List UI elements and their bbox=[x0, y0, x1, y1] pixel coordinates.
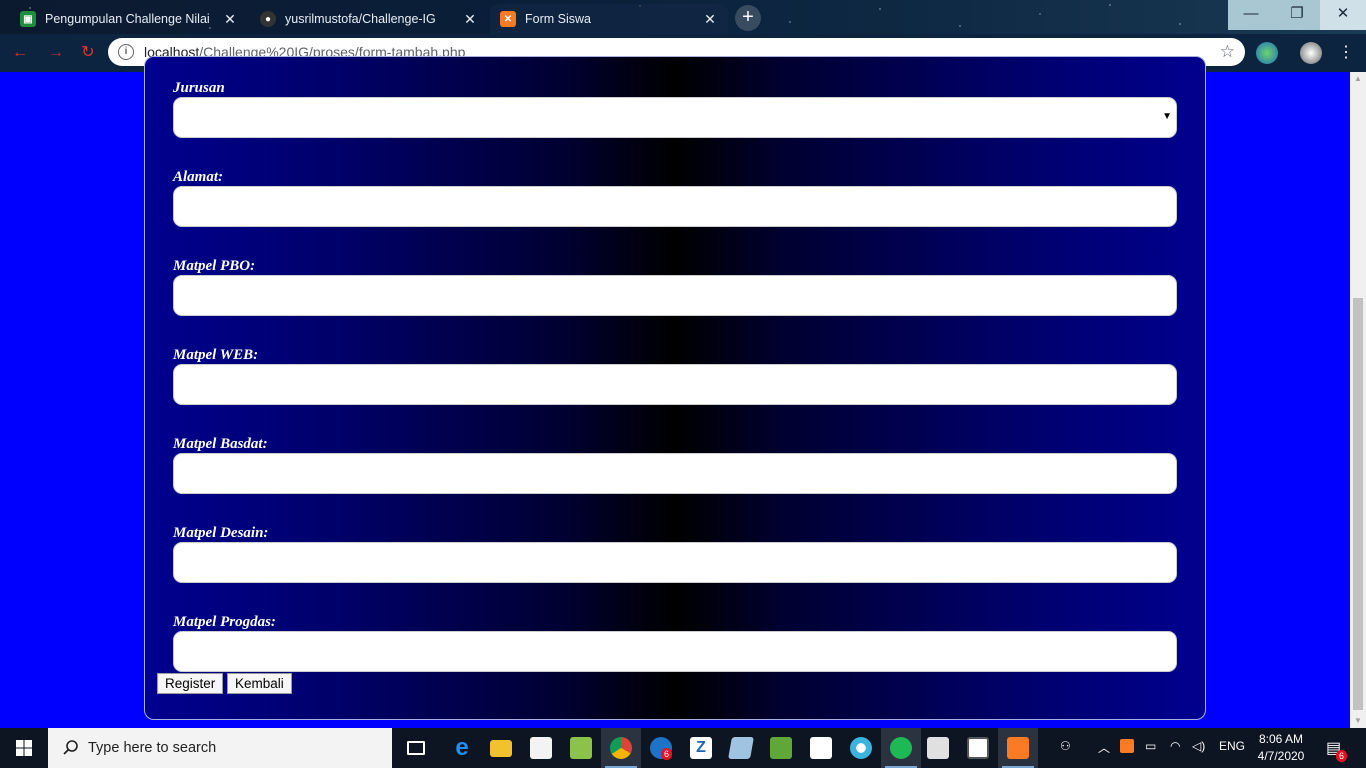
taskbar-notepad-plus[interactable] bbox=[561, 728, 601, 768]
tab-title: Pengumpulan Challenge Nilai bbox=[45, 12, 210, 26]
profile-avatar[interactable] bbox=[1300, 42, 1322, 64]
search-placeholder: Type here to search bbox=[88, 740, 217, 756]
taskbar-clock[interactable]: 8:06 AM 4/7/2020 bbox=[1250, 731, 1312, 765]
language-indicator[interactable]: ENG bbox=[1219, 739, 1245, 753]
xampp-icon: ✕ bbox=[500, 11, 516, 27]
restore-button[interactable]: ❐ bbox=[1274, 0, 1320, 30]
task-view-button[interactable] bbox=[396, 728, 436, 768]
wifi-icon[interactable]: ◠ bbox=[1170, 739, 1180, 753]
edge-icon: e bbox=[455, 734, 469, 761]
taskbar-ms-store[interactable] bbox=[801, 728, 841, 768]
jurusan-label: Jurusan bbox=[173, 80, 225, 96]
notepad-plus-icon bbox=[570, 737, 592, 759]
xampp-icon bbox=[1007, 737, 1029, 759]
close-tab-icon[interactable]: ✕ bbox=[222, 11, 238, 28]
taskbar-search-box[interactable]: Type here to search bbox=[48, 728, 392, 768]
tab-title: Form Siswa bbox=[525, 12, 591, 26]
bookmark-star-icon[interactable]: ☆ bbox=[1220, 42, 1235, 62]
scrollbar-thumb[interactable] bbox=[1353, 298, 1363, 710]
sticky-notes-icon bbox=[728, 737, 754, 759]
matpel-desain-label: Matpel Desain: bbox=[173, 525, 269, 541]
form-card: Jurusan ▼ Alamat: Matpel PBO: Matpel WEB… bbox=[144, 56, 1206, 720]
taskbar-edge[interactable]: e bbox=[442, 728, 482, 768]
info-icon[interactable]: i bbox=[118, 44, 134, 60]
windows-logo-icon bbox=[16, 740, 32, 756]
taskbar-video-editor[interactable] bbox=[958, 728, 998, 768]
tab-pengumpulan[interactable]: ▣ Pengumpulan Challenge Nilai ✕ bbox=[10, 4, 248, 34]
tab-form-siswa[interactable]: ✕ Form Siswa ✕ bbox=[490, 4, 728, 34]
chevron-up-icon[interactable]: ︿ bbox=[1098, 739, 1110, 756]
close-tab-icon[interactable]: ✕ bbox=[462, 11, 478, 28]
xampp-tray-icon[interactable] bbox=[1120, 739, 1134, 753]
taskbar-store-updates[interactable]: 6 bbox=[641, 728, 681, 768]
task-view-icon bbox=[407, 741, 425, 755]
page-viewport: Jurusan ▼ Alamat: Matpel PBO: Matpel WEB… bbox=[0, 56, 1350, 728]
people-icon[interactable]: ⚇ bbox=[1060, 739, 1071, 753]
taskbar-filezilla[interactable]: Z bbox=[681, 728, 721, 768]
matpel-basdat-label: Matpel Basdat: bbox=[173, 436, 268, 452]
sublime-icon bbox=[770, 737, 792, 759]
page-scrollbar[interactable]: ▲ ▼ bbox=[1350, 72, 1366, 728]
shopping-bag-icon bbox=[810, 737, 832, 759]
classroom-icon: ▣ bbox=[20, 11, 36, 27]
reload-icon[interactable]: ↻ bbox=[78, 43, 98, 63]
matpel-desain-input[interactable] bbox=[173, 542, 1177, 583]
back-arrow-icon[interactable]: ← bbox=[10, 43, 30, 63]
taskbar-camera[interactable] bbox=[841, 728, 881, 768]
start-button[interactable] bbox=[0, 728, 48, 768]
matpel-web-label: Matpel WEB: bbox=[173, 347, 259, 363]
register-button[interactable]: Register bbox=[157, 673, 224, 694]
visual-studio-icon bbox=[530, 737, 552, 759]
scroll-down-arrow-icon[interactable]: ▼ bbox=[1350, 714, 1366, 728]
taskbar-media[interactable] bbox=[918, 728, 958, 768]
matpel-pbo-input[interactable] bbox=[173, 275, 1177, 316]
notification-count-badge: 6 bbox=[1336, 750, 1348, 762]
alamat-label: Alamat: bbox=[173, 169, 224, 185]
folder-icon bbox=[490, 739, 512, 757]
dropdown-caret-icon: ▼ bbox=[1162, 111, 1172, 122]
taskbar-sticky-notes[interactable] bbox=[721, 728, 761, 768]
spotify-icon bbox=[890, 737, 912, 759]
close-window-button[interactable]: ✕ bbox=[1320, 0, 1366, 30]
browser-titlebar: ▣ Pengumpulan Challenge Nilai ✕ ● yusril… bbox=[0, 0, 1366, 34]
forward-arrow-icon[interactable]: → bbox=[46, 43, 66, 63]
filezilla-icon: Z bbox=[690, 737, 712, 759]
extension-icon[interactable] bbox=[1256, 42, 1278, 64]
menu-dots-icon[interactable]: ⋮ bbox=[1336, 43, 1356, 63]
matpel-pbo-label: Matpel PBO: bbox=[173, 258, 256, 274]
alamat-input[interactable] bbox=[173, 186, 1177, 227]
camera-icon bbox=[850, 737, 872, 759]
taskbar-spotify[interactable] bbox=[881, 728, 921, 768]
kembali-button[interactable]: Kembali bbox=[227, 673, 292, 694]
matpel-web-input[interactable] bbox=[173, 364, 1177, 405]
tab-title: yusrilmustofa/Challenge-IG bbox=[285, 12, 436, 26]
taskbar-chrome[interactable] bbox=[601, 728, 641, 768]
jurusan-select[interactable]: ▼ bbox=[173, 97, 1177, 138]
matpel-basdat-input[interactable] bbox=[173, 453, 1177, 494]
taskbar-file-explorer[interactable] bbox=[481, 728, 521, 768]
battery-icon[interactable]: ▭ bbox=[1145, 739, 1156, 753]
windows-taskbar: Type here to search e 6 Z ⚇ ︿ ▭ ◠ ◁) ENG… bbox=[0, 728, 1366, 768]
clock-time: 8:06 AM bbox=[1258, 732, 1304, 746]
volume-icon[interactable]: ◁) bbox=[1192, 739, 1205, 753]
taskbar-xampp[interactable] bbox=[998, 728, 1038, 768]
video-icon bbox=[967, 737, 989, 759]
minimize-button[interactable]: — bbox=[1228, 0, 1274, 30]
media-icon bbox=[927, 737, 949, 759]
scroll-up-arrow-icon[interactable]: ▲ bbox=[1350, 72, 1366, 86]
github-icon: ● bbox=[260, 11, 276, 27]
taskbar-sublime[interactable] bbox=[761, 728, 801, 768]
store-count-badge: 6 bbox=[661, 748, 673, 760]
matpel-progdas-label: Matpel Progdas: bbox=[173, 614, 276, 630]
close-tab-icon[interactable]: ✕ bbox=[702, 11, 718, 28]
taskbar-visual-studio[interactable] bbox=[521, 728, 561, 768]
chrome-icon bbox=[610, 737, 632, 759]
clock-date: 4/7/2020 bbox=[1257, 749, 1305, 763]
search-icon bbox=[63, 740, 78, 755]
matpel-progdas-input[interactable] bbox=[173, 631, 1177, 672]
tab-github[interactable]: ● yusrilmustofa/Challenge-IG ✕ bbox=[250, 4, 488, 34]
new-tab-button[interactable]: + bbox=[735, 5, 761, 31]
